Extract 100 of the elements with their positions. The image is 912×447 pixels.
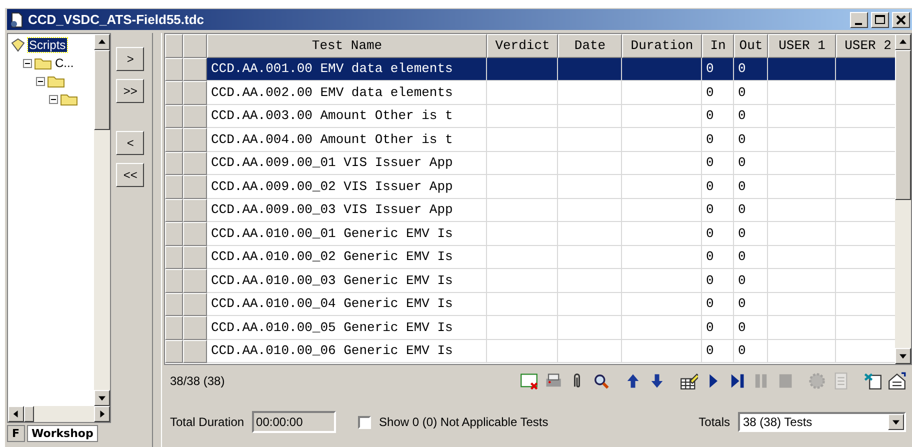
test-count: 38/38 (38) [170,374,226,388]
column-header[interactable]: Verdict [487,34,558,58]
table-cell: 0 [702,81,734,104]
row-header[interactable] [165,340,183,363]
move-button[interactable]: < [116,131,144,155]
table-cell[interactable]: CCD.AA.004.00 Amount Other is t [207,128,487,152]
scroll-thumb[interactable] [895,50,911,200]
scroll-down-button[interactable] [94,390,110,406]
table-cell [487,104,558,128]
row-header[interactable] [183,128,207,152]
column-header[interactable]: In [702,34,734,58]
table-scrollbar[interactable] [895,34,911,364]
minimize-icon[interactable] [850,12,868,28]
table-cell[interactable]: CCD.AA.009.00_02 VIS Issuer App [207,175,487,198]
row-header[interactable] [183,292,207,316]
table-cell[interactable]: CCD.AA.010.00_05 Generic EMV Is [207,316,487,340]
row-header[interactable] [165,292,183,316]
move-button[interactable]: << [116,163,144,187]
scroll-thumb[interactable] [94,50,110,130]
totals-label: Totals [698,415,730,429]
row-header[interactable] [165,198,183,222]
row-header[interactable] [183,246,207,269]
column-header[interactable]: Duration [622,34,702,58]
vertical-scrollbar[interactable] [94,34,110,406]
scroll-right-button[interactable] [94,406,110,422]
table-edit-icon[interactable] [680,372,698,390]
table-cell[interactable]: CCD.AA.010.00_01 Generic EMV Is [207,222,487,246]
row-header[interactable] [183,81,207,104]
table-cell[interactable]: CCD.AA.003.00 Amount Other is t [207,104,487,128]
table-cell: 0 [734,340,768,363]
table-cell[interactable]: CCD.AA.010.00_02 Generic EMV Is [207,246,487,269]
folder-icon [34,56,52,70]
close-icon[interactable] [892,12,910,28]
move-button[interactable]: >> [116,79,144,103]
collapse-icon[interactable] [49,94,58,104]
row-header[interactable] [183,198,207,222]
table-cell: 0 [734,316,768,340]
row-header[interactable] [165,81,183,104]
tree-item[interactable]: Scripts [28,38,67,52]
row-header[interactable] [183,269,207,292]
row-header[interactable] [165,58,183,81]
column-header[interactable]: USER 2 [836,34,895,58]
maximize-icon[interactable] [871,12,889,28]
row-header[interactable] [183,152,207,175]
row-header[interactable] [165,316,183,340]
table-cell [487,269,558,292]
checkbox[interactable] [358,416,372,428]
table-cell [768,198,836,222]
table-cell[interactable]: CCD.AA.010.00_03 Generic EMV Is [207,269,487,292]
totals-dropdown[interactable]: 38 (38) Tests [738,412,906,432]
collapse-icon[interactable] [36,76,45,86]
table-cell[interactable]: CCD.AA.009.00_01 VIS Issuer App [207,152,487,175]
column-header[interactable]: USER 1 [768,34,836,58]
scroll-thumb[interactable] [24,406,34,422]
column-header[interactable]: Test Name [207,34,487,58]
table-cell: 0 [734,81,768,104]
row-header[interactable] [165,128,183,152]
row-header[interactable] [165,104,183,128]
move-button[interactable]: > [116,47,144,71]
table-cell: 0 [734,104,768,128]
table-cell: 0 [734,58,768,81]
row-header[interactable] [183,175,207,198]
table-cell: 0 [734,292,768,316]
row-header[interactable] [183,316,207,340]
panel-tab[interactable]: F [7,425,25,442]
collapse-icon[interactable] [23,58,32,68]
report-icon[interactable] [520,372,538,390]
properties-icon[interactable] [888,372,906,390]
table-cell[interactable]: CCD.AA.009.00_03 VIS Issuer App [207,198,487,222]
row-header[interactable] [165,222,183,246]
scroll-down-button[interactable] [895,348,911,364]
row-header[interactable] [165,175,183,198]
row-header[interactable] [165,152,183,175]
horizontal-scrollbar[interactable] [8,406,110,422]
table-cell[interactable]: CCD.AA.010.00_06 Generic EMV Is [207,340,487,363]
total-duration-field[interactable]: 00:00:00 [252,411,336,433]
column-header[interactable]: Date [558,34,622,58]
checkbox-label: Show 0 (0) Not Applicable Tests [379,415,548,429]
export-icon[interactable] [864,372,882,390]
window-title: CCD_VSDC_ATS-Field55.tdc [28,12,206,27]
scroll-left-button[interactable] [8,406,24,422]
scroll-up-button[interactable] [895,34,911,50]
splitter[interactable] [152,33,162,447]
table-cell[interactable]: CCD.AA.010.00_04 Generic EMV Is [207,292,487,316]
row-header[interactable] [165,246,183,269]
panel-tab[interactable]: Workshop [26,425,98,442]
row-header[interactable] [183,104,207,128]
column-header[interactable]: Out [734,34,768,58]
row-header[interactable] [183,58,207,81]
row-header[interactable] [183,340,207,363]
table-cell[interactable]: CCD.AA.001.00 EMV data elements [207,58,487,81]
tree-item[interactable]: C... [54,56,75,70]
search-icon[interactable] [592,372,610,390]
table-cell [558,81,622,104]
table-cell[interactable]: CCD.AA.002.00 EMV data elements [207,81,487,104]
row-header[interactable] [183,222,207,246]
table-cell: 0 [702,222,734,246]
table-cell [836,198,895,222]
row-header[interactable] [165,269,183,292]
scroll-up-button[interactable] [94,34,110,50]
